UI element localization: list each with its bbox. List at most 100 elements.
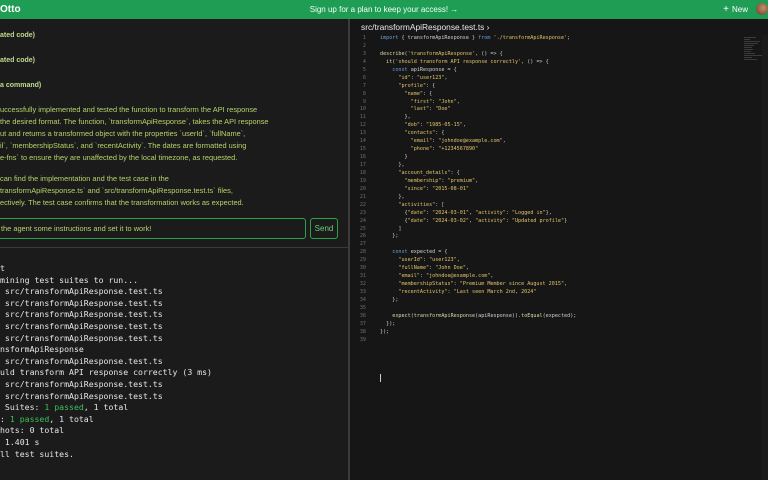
prompt-row: the agent some instructions and set it t… — [0, 218, 348, 240]
terminal-line: src/transformApiResponse.test.ts — [0, 320, 163, 331]
line-number: 6 — [362, 74, 366, 81]
code-line: const expected = { — [392, 249, 448, 256]
code-line: }; — [380, 233, 399, 240]
terminal-line: src/transformApiResponse.test.ts — [0, 309, 163, 320]
editor-scrollbar[interactable] — [762, 35, 768, 480]
message-line: can find the implementation and the test… — [0, 174, 169, 183]
file-breadcrumb[interactable]: src/transformApiResponse.test.ts › — [361, 22, 489, 32]
line-number: 12 — [359, 122, 366, 129]
terminal-line: t — [0, 263, 5, 273]
line-number: 10 — [359, 106, 366, 113]
code-line: "membership": "premium", — [404, 177, 479, 184]
code-line: "email": "johndoe@example.com", — [410, 138, 506, 145]
summary-label: : — [0, 413, 10, 424]
code-line: "name": { — [404, 90, 433, 97]
line-number: 31 — [359, 273, 366, 280]
send-button[interactable]: Send — [310, 218, 338, 239]
code-line: describe('transformApiResponse', () => { — [380, 50, 503, 57]
chat-collapsed-item[interactable]: ated code) — [0, 57, 35, 64]
code-line: "phone": "+1234567890" — [410, 146, 479, 153]
summary-pass: 1 passed — [44, 402, 84, 413]
text-cursor — [380, 374, 381, 382]
line-number: 18 — [359, 169, 366, 176]
agent-panel: ated code) ated code) a command) uccessf… — [0, 19, 348, 480]
code-line: ] — [380, 225, 402, 232]
line-number: 17 — [359, 162, 366, 168]
new-button-label: New — [731, 5, 748, 14]
message-line: il`, `membershipStatus`, and `recentActi… — [0, 141, 247, 150]
code-line: }); — [380, 328, 390, 335]
terminal-line: ll test suites. — [0, 448, 74, 459]
top-banner: Otto Sign up for a plan to keep your acc… — [0, 0, 768, 19]
line-number: 26 — [359, 233, 366, 240]
chat-collapsed-item[interactable]: ated code) — [0, 32, 35, 39]
code-line: }; — [380, 296, 399, 303]
code-line: "account_details": { — [398, 169, 460, 176]
terminal-line: src/transformApiResponse.test.ts — [0, 297, 163, 308]
message-line: ut and returns a transformed object with… — [0, 129, 246, 138]
line-number: 20 — [359, 185, 366, 192]
code-editor[interactable]: src/transformApiResponse.test.ts › 1 impo… — [350, 19, 768, 480]
agent-message: uccessfully implemented and tested the f… — [0, 104, 340, 164]
prompt-input[interactable]: the agent some instructions and set it t… — [0, 218, 306, 239]
code-line: "recentActivity": "Last seen March 2nd, … — [398, 289, 537, 295]
minimap[interactable] — [744, 37, 764, 77]
code-line: const apiResponse = { — [392, 66, 457, 73]
line-number: 29 — [359, 257, 366, 264]
signup-banner-link[interactable]: Sign up for a plan to keep your access! … — [0, 0, 768, 19]
line-number: 15 — [359, 146, 366, 153]
chat-log: ated code) ated code) a command) uccessf… — [0, 19, 348, 247]
code-line: "contacts": { — [404, 130, 445, 137]
message-line: transformApiResponse.ts` and `src/transf… — [0, 186, 233, 195]
code-line: "last": "Doe" — [410, 106, 451, 113]
code-line: {"date": "2024-03-02", "activity": "Upda… — [380, 217, 568, 224]
line-number: 4 — [362, 58, 366, 65]
avatar[interactable] — [756, 3, 768, 15]
code-line: }, — [380, 193, 405, 200]
line-number: 25 — [359, 225, 366, 232]
terminal-line: hots: 0 total — [0, 425, 65, 436]
code-area[interactable]: 1 import { transformApiResponse } from '.… — [350, 35, 740, 345]
code-line: "profile": { — [398, 82, 436, 89]
code-line: "activities": [ — [398, 201, 445, 208]
line-number: 35 — [359, 304, 366, 311]
code-line: "id": "user123", — [398, 74, 448, 81]
line-number: 22 — [359, 201, 366, 208]
terminal-line: 1.401 s — [0, 436, 40, 447]
code-line: }); — [380, 320, 396, 327]
line-number: 8 — [362, 90, 366, 97]
terminal-output: t mining test suites to run... src/trans… — [0, 263, 348, 460]
editor-tabbar: src/transformApiResponse.test.ts › — [350, 19, 768, 35]
line-number: 37 — [359, 320, 366, 327]
summary-pass: 1 passed — [9, 413, 50, 424]
line-number: 30 — [359, 265, 366, 272]
code-line: "fullName": "John Doe", — [398, 265, 469, 272]
line-number: 34 — [359, 296, 366, 303]
chat-collapsed-item[interactable]: a command) — [0, 82, 41, 89]
summary-total: , 1 total — [83, 402, 129, 413]
terminal-line: src/transformApiResponse.test.ts — [0, 332, 163, 343]
code-line: "email": "johndoe@example.com", — [398, 273, 494, 280]
line-number: 11 — [359, 114, 366, 121]
line-number: 2 — [362, 42, 366, 49]
line-number: 19 — [359, 177, 366, 184]
panel-divider[interactable] — [0, 247, 348, 248]
new-button[interactable]: + New — [723, 0, 748, 19]
code-line: } — [380, 154, 408, 161]
agent-message: can find the implementation and the test… — [0, 173, 340, 209]
code-line: "dob": "1985-05-15", — [404, 122, 466, 129]
summary-total: , 1 total — [49, 413, 94, 424]
line-number: 14 — [359, 138, 366, 145]
message-line: ectively. The test case confirms that th… — [0, 198, 244, 207]
terminal-line: mining test suites to run... — [0, 274, 139, 285]
line-number: 23 — [359, 209, 366, 216]
code-line: "since": "2015-08-01" — [404, 185, 469, 192]
terminal-line: Suites: 1 passed, 1 total — [0, 402, 348, 414]
plus-icon: + — [723, 4, 729, 15]
terminal-line: uld transform API response correctly (3 … — [0, 367, 212, 378]
line-number: 33 — [359, 289, 366, 295]
line-number: 38 — [359, 328, 366, 335]
line-number: 9 — [362, 98, 366, 105]
line-number: 16 — [359, 154, 366, 161]
line-number: 21 — [359, 193, 366, 200]
